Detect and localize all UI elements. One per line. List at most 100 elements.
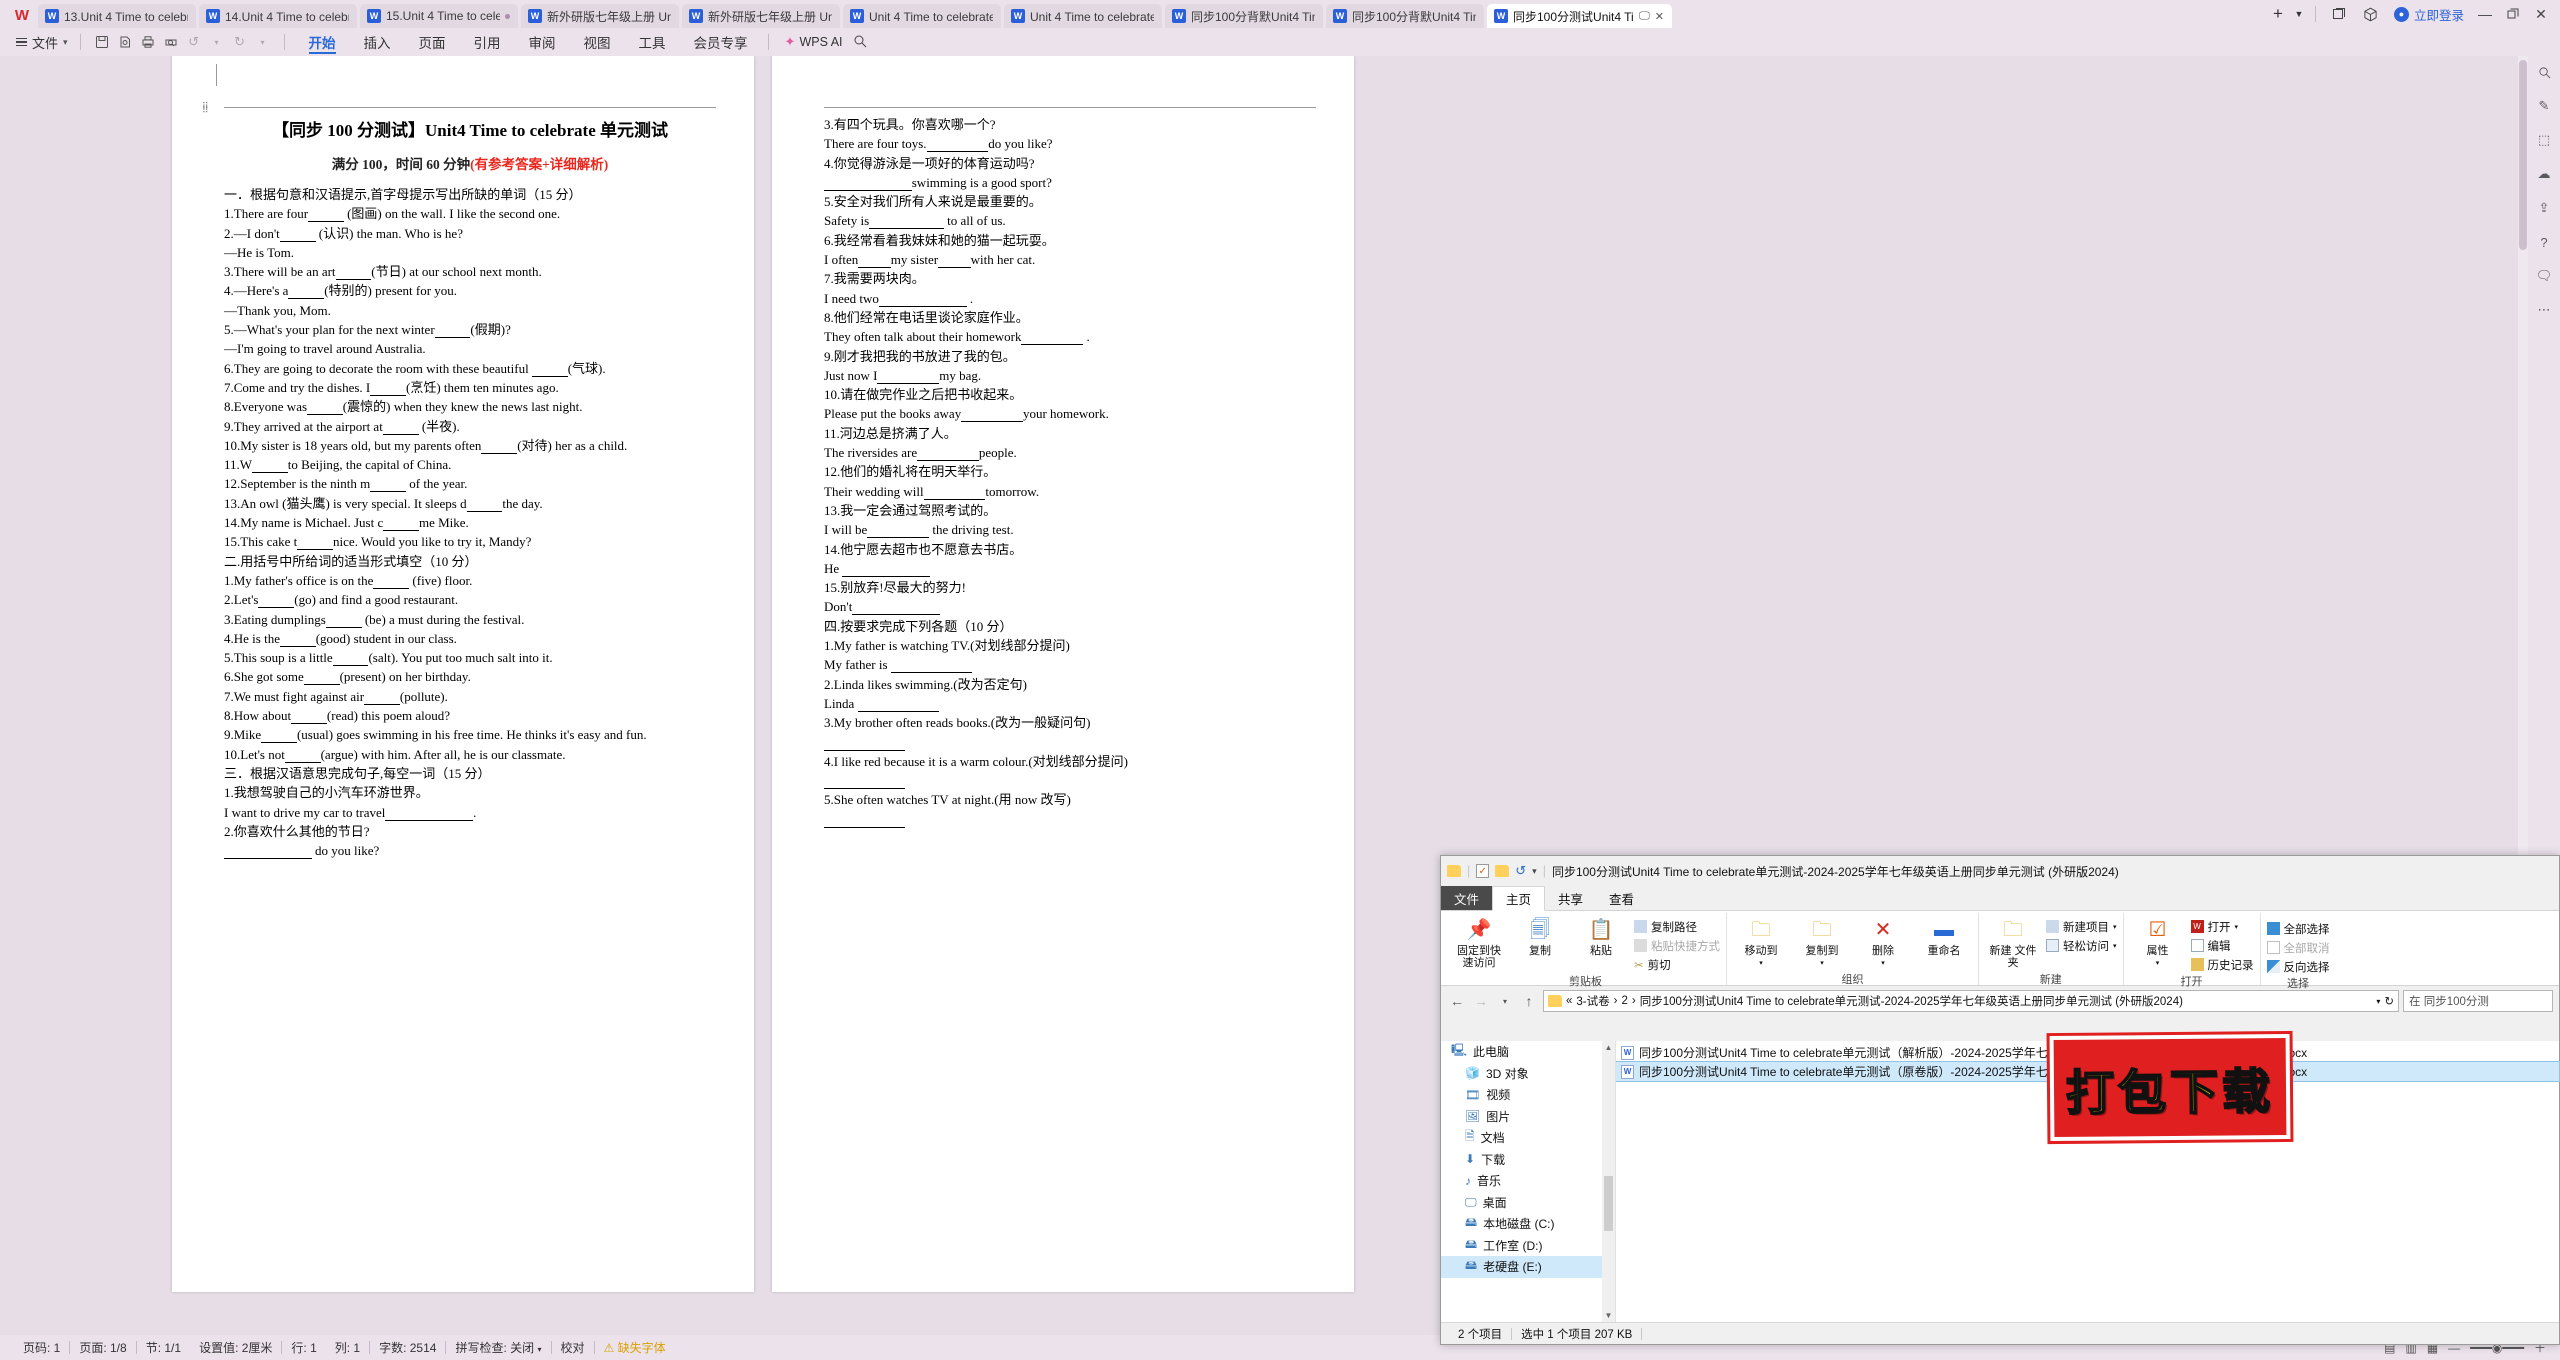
ribbon-tab-插入[interactable]: 插入: [350, 28, 405, 56]
refresh-icon[interactable]: ↻: [2384, 994, 2394, 1008]
new-folder-button[interactable]: 🗀 新建 文件夹: [1985, 916, 2041, 969]
print-icon[interactable]: [138, 32, 158, 52]
ribbon-tab-开始[interactable]: 开始: [295, 28, 350, 56]
drag-handle-icon[interactable]: ⠿ ⠿: [202, 102, 210, 115]
search-rail-icon[interactable]: [2533, 62, 2555, 82]
minimize-button[interactable]: —: [2472, 1, 2498, 27]
redo-caret-icon[interactable]: ▾: [253, 32, 273, 52]
nav-item-5[interactable]: ⬇ 下载: [1441, 1149, 1615, 1171]
recent-locations-icon[interactable]: ▾: [1495, 990, 1515, 1012]
explorer-nav-pane[interactable]: 🖳 此电脑 🧊 3D 对象 🎞 视频 🖼 图片 🗎 文档 ⬇ 下载 ♪ 音乐 🖵 桌面 🖴 本地磁盘 (C:) 🖴 工…: [1441, 1041, 1616, 1322]
document-tab-5[interactable]: W Unit 4 Time to celebrate 频度: [843, 4, 1001, 28]
document-tab-8[interactable]: W 同步100分背默Unit4 Time to c: [1326, 4, 1484, 28]
document-tab-1[interactable]: W 14.Unit 4 Time to celebrate单: [199, 4, 357, 28]
undo-icon[interactable]: ↺: [1515, 863, 1526, 879]
breadcrumb-2[interactable]: 2: [1621, 995, 1627, 1007]
scrollbar-thumb[interactable]: [2519, 60, 2527, 250]
comment-rail-icon[interactable]: 🗨: [2533, 266, 2555, 286]
breadcrumb-1[interactable]: 3-试卷: [1576, 993, 1609, 1009]
status-missing-font[interactable]: ⚠ 缺失字体: [595, 1339, 675, 1356]
cut-button[interactable]: ✂ 剪切: [1634, 956, 1720, 973]
explorer-tab-主页[interactable]: 主页: [1492, 886, 1546, 911]
paste-button[interactable]: 📋 粘贴: [1573, 916, 1629, 957]
explorer-tab-文件[interactable]: 文件: [1441, 886, 1493, 910]
ribbon-tab-视图[interactable]: 视图: [570, 28, 625, 56]
new-tab-icon[interactable]: +: [2267, 2, 2289, 26]
document-tab-7[interactable]: W 同步100分背默Unit4 Time to c: [1165, 4, 1323, 28]
ribbon-tab-会员专享[interactable]: 会员专享: [680, 28, 762, 56]
share-rail-icon[interactable]: ⇪: [2533, 198, 2555, 218]
scroll-down-icon[interactable]: ▼: [1602, 1309, 1615, 1322]
document-tab-6[interactable]: W Unit 4 Time to celebrate--单元: [1004, 4, 1162, 28]
forward-icon[interactable]: →: [1471, 990, 1491, 1012]
explorer-search-input[interactable]: 在 同步100分测: [2403, 990, 2553, 1012]
ribbon-tab-审阅[interactable]: 审阅: [515, 28, 570, 56]
rename-button[interactable]: ▬ 重命名: [1916, 916, 1972, 957]
up-icon[interactable]: ↑: [1519, 990, 1539, 1012]
present-icon[interactable]: 🖵: [1639, 10, 1650, 23]
document-tab-3[interactable]: W 新外研版七年级上册 Unit 4 Tim: [521, 4, 679, 28]
wps-ai-button[interactable]: ✦ WPS AI: [775, 34, 843, 50]
ribbon-tab-引用[interactable]: 引用: [460, 28, 515, 56]
download-stamp-badge[interactable]: 打包下载: [2049, 1033, 2291, 1142]
nav-item-4[interactable]: 🗎 文档: [1441, 1127, 1615, 1149]
copy-button[interactable]: 🗐 复制: [1512, 916, 1568, 957]
status-spellcheck[interactable]: 拼写检查: 关闭 ▾: [446, 1339, 550, 1356]
cloud-rail-icon[interactable]: ☁: [2533, 164, 2555, 184]
undo-caret-icon[interactable]: ▾: [207, 32, 227, 52]
cube-icon[interactable]: [2356, 1, 2386, 27]
document-tab-4[interactable]: W 新外研版七年级上册 Unit 4 Tim: [682, 4, 840, 28]
explorer-tab-共享[interactable]: 共享: [1545, 886, 1596, 910]
status-proofread[interactable]: 校对: [552, 1339, 594, 1356]
nav-item-1[interactable]: 🧊 3D 对象: [1441, 1063, 1615, 1085]
nav-scrollbar[interactable]: ▲ ▼: [1602, 1041, 1615, 1322]
file-explorer-window[interactable]: | ✓ ↺ ▾ | 同步100分测试Unit4 Time to celebrat…: [1440, 855, 2560, 1345]
redo-icon[interactable]: ↻: [230, 32, 250, 52]
document-tab-0[interactable]: W 13.Unit 4 Time to celebrate速: [38, 4, 196, 28]
nav-item-6[interactable]: ♪ 音乐: [1441, 1170, 1615, 1192]
print-preview-icon[interactable]: [115, 32, 135, 52]
ribbon-tab-工具[interactable]: 工具: [625, 28, 680, 56]
restore-button[interactable]: [2500, 1, 2526, 27]
open-button[interactable]: W 打开 ▾: [2190, 918, 2254, 935]
document-tab-2[interactable]: W 15.Unit 4 Time to celebrat: [360, 4, 518, 28]
ribbon-tab-页面[interactable]: 页面: [405, 28, 460, 56]
pin-to-quick-access-button[interactable]: 📌 固定到快 速访问: [1451, 916, 1507, 969]
move-to-button[interactable]: 🗀 移动到 ▾: [1733, 916, 1789, 970]
folder-icon[interactable]: [1495, 865, 1510, 877]
select-rail-icon[interactable]: ⬚: [2533, 130, 2555, 150]
file-menu-button[interactable]: 文件 ▾: [10, 33, 74, 52]
close-button[interactable]: ✕: [2528, 1, 2554, 27]
nav-item-9[interactable]: 🖴 工作室 (D:): [1441, 1235, 1615, 1257]
scroll-up-icon[interactable]: ▲: [1602, 1041, 1615, 1054]
back-icon[interactable]: ←: [1447, 990, 1467, 1012]
save-icon[interactable]: [92, 32, 112, 52]
scrollbar-thumb[interactable]: [1604, 1176, 1613, 1231]
invert-selection-button[interactable]: 反向选择: [2266, 958, 2330, 975]
document-tab-9[interactable]: W 同步100分测试Unit4 Tim 🖵 ✕: [1487, 4, 1672, 28]
easy-access-button[interactable]: 轻松访问 ▾: [2046, 937, 2117, 954]
select-none-button[interactable]: 全部取消: [2266, 939, 2330, 956]
checkbox-icon[interactable]: ✓: [1476, 864, 1490, 878]
status-word-count[interactable]: 字数: 2514: [370, 1339, 445, 1356]
nav-item-2[interactable]: 🎞 视频: [1441, 1084, 1615, 1106]
history-button[interactable]: 历史记录: [2190, 956, 2254, 973]
nav-item-10[interactable]: 🖴 老硬盘 (E:): [1441, 1256, 1615, 1278]
window-list-icon[interactable]: [2324, 1, 2354, 27]
login-button[interactable]: ● 立即登录: [2388, 5, 2470, 24]
nav-item-7[interactable]: 🖵 桌面: [1441, 1192, 1615, 1214]
properties-button[interactable]: ☑ 属性 ▾: [2130, 916, 2186, 970]
undo-icon[interactable]: ↺: [184, 32, 204, 52]
edit-rail-icon[interactable]: ✎: [2533, 96, 2555, 116]
chevron-down-icon[interactable]: ▼: [2291, 2, 2307, 26]
close-tab-icon[interactable]: ✕: [1655, 10, 1664, 23]
print-find-icon[interactable]: [161, 32, 181, 52]
more-rail-icon[interactable]: ⋯: [2533, 300, 2555, 320]
delete-button[interactable]: ✕ 删除 ▾: [1855, 916, 1911, 970]
help-rail-icon[interactable]: ?: [2533, 232, 2555, 252]
nav-item-3[interactable]: 🖼 图片: [1441, 1106, 1615, 1128]
address-breadcrumb[interactable]: « 3-试卷 › 2 › 同步100分测试Unit4 Time to celeb…: [1543, 990, 2399, 1012]
nav-item-0[interactable]: 🖳 此电脑: [1441, 1041, 1615, 1063]
explorer-tab-查看[interactable]: 查看: [1596, 886, 1647, 910]
edit-button[interactable]: 编辑: [2190, 937, 2254, 954]
